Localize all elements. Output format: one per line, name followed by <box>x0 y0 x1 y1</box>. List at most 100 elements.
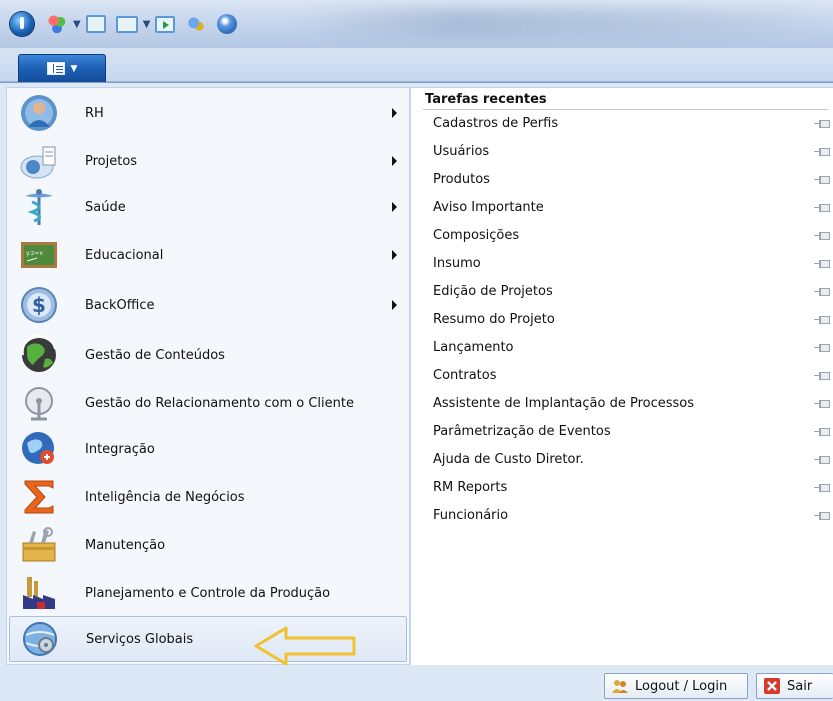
pin-icon[interactable] <box>814 120 830 128</box>
application-menu-icon <box>46 62 65 75</box>
chevron-down-icon[interactable]: ▼ <box>143 19 151 30</box>
menu-item-label: Educacional <box>85 247 164 263</box>
menu-item-label: Saúde <box>85 199 126 215</box>
recent-item[interactable]: Ajuda de Custo Diretor. <box>433 448 830 476</box>
menu-item-label: Gestão de Conteúdos <box>85 347 225 363</box>
recent-item[interactable]: Resumo do Projeto <box>433 308 830 336</box>
menu-item-gestao-relacionamento[interactable]: Gestão do Relacionamento com o Cliente <box>9 380 407 426</box>
recent-item-label: Assistente de Implantação de Processos <box>433 396 695 411</box>
recent-item[interactable]: Edição de Projetos <box>433 280 830 308</box>
menu-item-label: Planejamento e Controle da Produção <box>85 585 331 601</box>
logout-login-label: Logout / Login <box>635 678 728 694</box>
pin-icon[interactable] <box>814 484 830 492</box>
recent-item[interactable]: RM Reports <box>433 476 830 504</box>
menu-item-educacional[interactable]: y:z=x Educacional <box>9 232 407 278</box>
palette-icon[interactable] <box>46 13 68 35</box>
app-orb-icon[interactable] <box>10 12 34 36</box>
exit-button[interactable]: Sair <box>756 673 833 699</box>
settings-icon[interactable] <box>185 13 208 35</box>
recent-item[interactable]: Contratos <box>433 364 830 392</box>
recent-item-label: Contratos <box>433 368 497 383</box>
menu-item-label: Inteligência de Negócios <box>85 489 245 505</box>
caduceus-icon <box>25 189 53 225</box>
submenu-arrow-icon <box>392 156 397 166</box>
recent-item-label: Aviso Importante <box>433 200 544 215</box>
logout-login-button[interactable]: Logout / Login <box>604 673 748 699</box>
recent-item-label: Resumo do Projeto <box>433 312 555 327</box>
divider <box>423 109 828 110</box>
application-menu-button[interactable]: ▼ <box>18 54 106 82</box>
menu-item-inteligencia-negocios[interactable]: Inteligência de Negócios <box>9 474 407 520</box>
recent-item-label: Lançamento <box>433 340 514 355</box>
chalkboard-icon: y:z=x <box>21 242 57 268</box>
pin-icon[interactable] <box>814 260 830 268</box>
pin-icon[interactable] <box>814 400 830 408</box>
pin-icon[interactable] <box>814 456 830 464</box>
globe-icon[interactable] <box>217 14 238 34</box>
global-services-icon <box>23 622 57 656</box>
svg-text:$: $ <box>32 293 46 317</box>
submenu-arrow-icon <box>392 202 397 212</box>
pin-icon[interactable] <box>814 288 830 296</box>
submenu-arrow-icon <box>392 108 397 118</box>
run-icon[interactable] <box>155 15 176 33</box>
svg-text:y:z=x: y:z=x <box>26 250 43 257</box>
pin-icon[interactable] <box>814 204 830 212</box>
menu-item-manutencao[interactable]: Manutenção <box>9 522 407 568</box>
recent-item[interactable]: Composições <box>433 224 830 252</box>
recent-item[interactable]: Parâmetrização de Eventos <box>433 420 830 448</box>
recent-item-label: Funcionário <box>433 508 509 523</box>
recent-item-label: Parâmetrização de Eventos <box>433 424 611 439</box>
exit-label: Sair <box>787 678 813 694</box>
integration-globe-icon <box>22 432 54 464</box>
recent-item[interactable]: Insumo <box>433 252 830 280</box>
menu-item-label: Manutenção <box>85 537 166 553</box>
menu-item-planejamento-producao[interactable]: Planejamento e Controle da Produção <box>9 570 407 616</box>
module-list: RH Projetos Saúde y:z=x Educacional $ Ba… <box>6 87 410 665</box>
menu-item-saude[interactable]: Saúde <box>9 184 407 230</box>
pin-icon[interactable] <box>814 512 830 520</box>
pin-icon[interactable] <box>814 232 830 240</box>
recent-item[interactable]: Produtos <box>433 168 830 196</box>
factory-icon <box>23 577 55 609</box>
annotation-arrow-icon <box>254 626 356 666</box>
submenu-arrow-icon <box>392 250 397 260</box>
title-bar: ▼ ▼ <box>0 0 833 48</box>
users-key-icon <box>612 680 628 693</box>
recent-tasks-panel: Tarefas recentes Cadastros de Perfis Usu… <box>410 87 833 665</box>
recent-item-label: RM Reports <box>433 480 508 495</box>
new-window-icon[interactable] <box>85 15 106 33</box>
chevron-down-icon[interactable]: ▼ <box>73 19 81 30</box>
menu-item-label: Serviços Globais <box>86 631 194 647</box>
sigma-icon <box>24 480 54 514</box>
recent-tasks-title: Tarefas recentes <box>425 92 547 107</box>
recent-item[interactable]: Assistente de Implantação de Processos <box>433 392 830 420</box>
recent-item[interactable]: Cadastros de Perfis <box>433 112 830 140</box>
recent-item-label: Edição de Projetos <box>433 284 553 299</box>
menu-item-label: RH <box>85 105 104 121</box>
menu-item-label: BackOffice <box>85 297 155 313</box>
recent-item[interactable]: Aviso Importante <box>433 196 830 224</box>
chevron-down-icon: ▼ <box>70 63 78 74</box>
pin-icon[interactable] <box>814 428 830 436</box>
pin-icon[interactable] <box>814 344 830 352</box>
satellite-dish-icon <box>25 387 53 421</box>
application-menu: RH Projetos Saúde y:z=x Educacional $ Ba… <box>0 82 833 701</box>
menu-item-projetos[interactable]: Projetos <box>9 138 407 184</box>
dollar-icon: $ <box>21 287 57 323</box>
recent-item[interactable]: Funcionário <box>433 504 830 532</box>
pin-icon[interactable] <box>814 176 830 184</box>
menu-item-integracao[interactable]: Integração <box>9 426 407 472</box>
pin-icon[interactable] <box>814 148 830 156</box>
window-icon[interactable] <box>115 15 138 33</box>
recent-item[interactable]: Lançamento <box>433 336 830 364</box>
projects-icon <box>20 146 56 179</box>
pin-icon[interactable] <box>814 372 830 380</box>
menu-item-backoffice[interactable]: $ BackOffice <box>9 282 407 328</box>
recent-item[interactable]: Usuários <box>433 140 830 168</box>
menu-item-gestao-conteudos[interactable]: Gestão de Conteúdos <box>9 332 407 378</box>
menu-item-rh[interactable]: RH <box>9 90 407 136</box>
pin-icon[interactable] <box>814 316 830 324</box>
toolbox-icon <box>22 527 56 562</box>
menu-item-label: Gestão do Relacionamento com o Cliente <box>85 395 354 411</box>
